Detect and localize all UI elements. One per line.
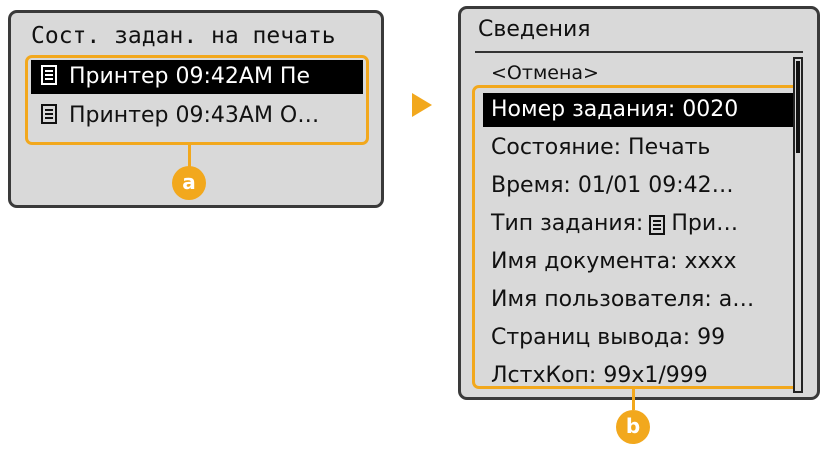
detail-job-type[interactable]: Тип задания: При… [483, 207, 793, 241]
document-icon [41, 104, 57, 124]
detail-pages-output[interactable]: Страниц вывода: 99 [483, 321, 793, 355]
job-list-item-label: Принтер 09:42AM Пе [69, 64, 311, 89]
detail-sheets-copies[interactable]: ЛстхКоп: 99x1/999 [483, 359, 793, 393]
detail-job-type-value: При… [671, 211, 739, 236]
detail-time[interactable]: Время: 01/01 09:42… [483, 169, 793, 203]
callout-a-badge: a [172, 166, 206, 200]
document-icon [41, 65, 57, 85]
title-divider [475, 51, 803, 53]
cancel-menu-item[interactable]: <Отмена> [483, 56, 793, 90]
job-list-item-2[interactable]: Принтер 09:43AM О… [31, 99, 363, 133]
job-list-item-1[interactable]: Принтер 09:42AM Пе [31, 60, 363, 94]
detail-document-name[interactable]: Имя документа: xxxx [483, 245, 793, 279]
scrollbar-thumb[interactable] [796, 61, 800, 153]
detail-user-name[interactable]: Имя пользователя: a… [483, 283, 793, 317]
job-details-screen: Сведения <Отмена> Номер задания: 0020 Со… [458, 6, 820, 400]
detail-job-number[interactable]: Номер задания: 0020 [483, 93, 793, 127]
next-arrow-icon [412, 93, 432, 117]
document-icon [649, 212, 666, 235]
panel-title: Сост. задан. на печать [31, 23, 336, 49]
callout-b-line [632, 386, 635, 410]
scrollbar[interactable] [793, 57, 803, 393]
detail-job-type-label: Тип задания: [491, 211, 644, 236]
callout-b-badge: b [616, 410, 650, 444]
callout-a-line [188, 142, 191, 167]
detail-status[interactable]: Состояние: Печать [483, 131, 793, 165]
job-list-item-label: Принтер 09:43AM О… [69, 103, 320, 128]
panel-title: Сведения [478, 17, 591, 42]
